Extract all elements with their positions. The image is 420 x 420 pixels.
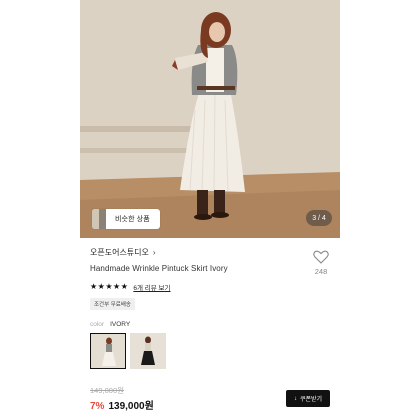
swatch-ivory-image: [91, 334, 125, 368]
get-coupon-button[interactable]: ↓ 쿠폰받기: [286, 390, 330, 407]
rating-stars: ★ ★ ★ ★ ★: [90, 283, 128, 291]
star-icon: ★: [105, 282, 113, 291]
reviews-link[interactable]: 6개 리뷰 보기: [133, 282, 170, 292]
wishlist-count: 248: [314, 267, 328, 276]
brand-name: 오픈도어스튜디오: [90, 248, 149, 257]
similar-products-label: 비슷한 상품: [115, 216, 150, 223]
product-image-carousel[interactable]: 비슷한 상품 3 / 4: [80, 0, 340, 238]
color-swatch-black[interactable]: [130, 333, 166, 369]
wishlist-button[interactable]: 248: [311, 250, 331, 276]
brand-link[interactable]: 오픈도어스튜디오 ›: [90, 247, 156, 258]
chevron-right-icon: ›: [152, 248, 156, 257]
swatch-black-image: [130, 333, 166, 369]
download-icon: ↓: [293, 395, 297, 402]
product-title: Handmade Wrinkle Pintuck Skirt Ivory: [90, 264, 228, 273]
price-row: 7% 139,000원: [90, 397, 154, 412]
shipping-badge: 조건부 무료배송: [90, 298, 135, 310]
heart-icon: [313, 250, 329, 264]
original-price: 149,000원: [90, 386, 125, 395]
color-key: color: [90, 321, 105, 328]
star-icon: ★: [97, 282, 105, 291]
color-option-label: color IVORY: [90, 321, 130, 328]
product-photo: [80, 0, 340, 238]
star-icon: ★: [120, 282, 128, 291]
rating-row: ★ ★ ★ ★ ★ 6개 리뷰 보기: [90, 282, 171, 293]
sale-price: 139,000원: [108, 401, 154, 412]
color-swatch-ivory[interactable]: [90, 333, 126, 369]
star-icon: ★: [113, 282, 121, 291]
discount-rate: 7%: [90, 401, 105, 412]
similar-product-thumbnail: [92, 209, 106, 229]
coupon-button-label: 쿠폰받기: [299, 397, 323, 403]
image-page-indicator: 3 / 4: [306, 210, 332, 226]
product-detail-page: 비슷한 상품 3 / 4 오픈도어스튜디오 › Handmade Wrinkle…: [80, 0, 340, 420]
color-value: IVORY: [110, 321, 131, 328]
similar-products-button[interactable]: 비슷한 상품: [92, 209, 160, 229]
star-icon: ★: [90, 282, 98, 291]
